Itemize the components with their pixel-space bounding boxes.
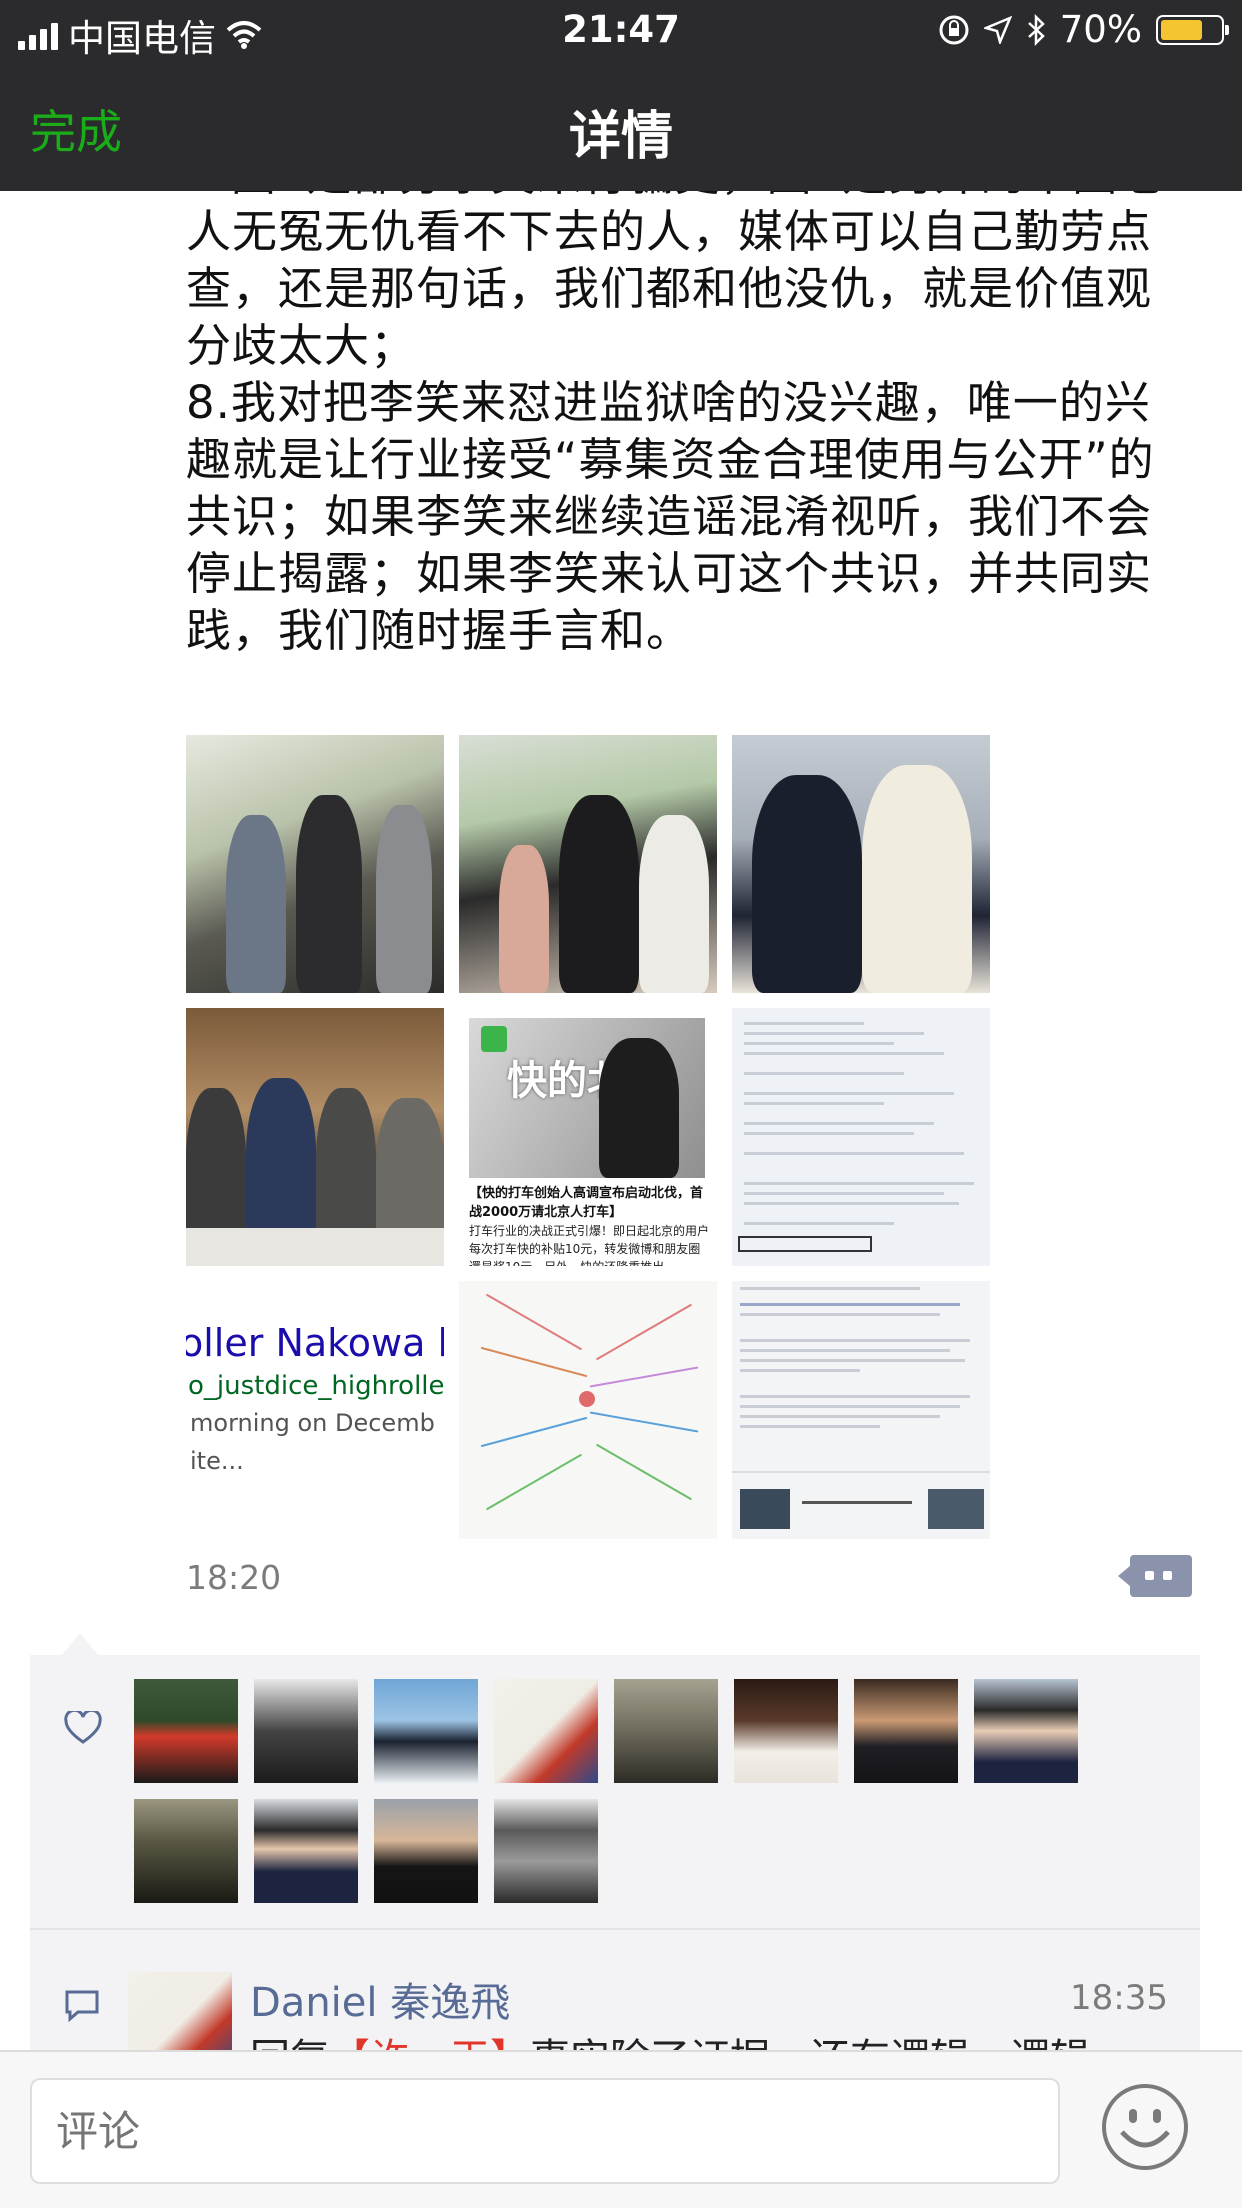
liker-avatar[interactable] [494, 1799, 598, 1903]
battery-percent: 70% [1059, 8, 1142, 51]
liker-avatar[interactable] [254, 1799, 358, 1903]
nav-bar: 完成 详情 [0, 62, 1242, 191]
likes-panel [30, 1633, 1200, 1928]
post-body: 7.图8是部分李笑来行骗史，图9是另外的币圈老人无冤无仇看不下去的人，媒体可以自… [186, 146, 1186, 659]
search-result-more: ite... [190, 1447, 244, 1475]
status-bar: 中国电信 21:47 70% [0, 0, 1242, 62]
photo-thumbnail[interactable] [186, 1008, 444, 1266]
liker-avatar[interactable] [494, 1679, 598, 1783]
photo-thumbnail[interactable] [186, 735, 444, 993]
search-result-url: o_justdice_highrolle [188, 1371, 444, 1401]
location-arrow-icon [983, 15, 1012, 44]
post-paragraph: 8.我对把李笑来怼进监狱啥的没兴趣，唯一的兴趣就是让行业接受“募集资金合理使用与… [186, 376, 1155, 657]
screenshot-thumbnail[interactable] [732, 1008, 990, 1266]
comment-reply-prefix: 回复 [250, 2036, 330, 2050]
image-grid: 快的北伐 【快的打车创始人高调宣布启动北伐，首战2000万请北京人打车】 打车行… [186, 735, 996, 1540]
liker-avatar[interactable] [734, 1679, 838, 1783]
bluetooth-icon [1027, 13, 1045, 46]
more-actions-button[interactable] [1118, 1555, 1192, 1597]
comment-mention[interactable]: 【许一天】 [330, 2036, 530, 2050]
comments-panel: Daniel 秦逸飛 18:35 回复【许一天】事实除了证据，还有逻辑，逻辑 [30, 1930, 1200, 2050]
liker-avatar[interactable] [854, 1679, 958, 1783]
battery-icon [1156, 14, 1229, 45]
poster-body: 打车行业的决战正式引爆！即日起北京的用户每次打车快的补贴10元，转发微博和朋友圈… [469, 1224, 710, 1266]
post-time: 18:20 [186, 1558, 282, 1597]
photo-thumbnail[interactable] [732, 735, 990, 993]
liker-avatar[interactable] [134, 1799, 238, 1903]
liker-avatar[interactable] [614, 1679, 718, 1783]
comment-text[interactable]: 回复【许一天】事实除了证据，还有逻辑，逻辑 [250, 2026, 1090, 2050]
liker-avatar[interactable] [374, 1679, 478, 1783]
commenter-avatar[interactable] [128, 1972, 232, 2050]
commenter-name[interactable]: Daniel 秦逸飛 [250, 1970, 510, 2028]
top-bar: 中国电信 21:47 70% 完成 详情 [0, 0, 1242, 191]
comment-bar [0, 2050, 1242, 2208]
mindmap-thumbnail[interactable] [459, 1281, 717, 1539]
comment-time: 18:35 [1070, 1978, 1168, 2018]
liker-avatar[interactable] [134, 1679, 238, 1783]
comment-body: 事实除了证据，还有逻辑，逻辑 [530, 2036, 1090, 2050]
article-screenshot-thumbnail[interactable] [732, 1281, 990, 1539]
emoji-icon[interactable] [1100, 2082, 1190, 2172]
comment-icon [65, 1990, 99, 2023]
comment-input[interactable] [30, 2078, 1060, 2184]
heart-icon [64, 1711, 102, 1744]
news-poster-thumbnail[interactable]: 快的北伐 【快的打车创始人高调宣布启动北伐，首战2000万请北京人打车】 打车行… [459, 1008, 717, 1266]
liker-avatar[interactable] [254, 1679, 358, 1783]
liker-avatar[interactable] [374, 1799, 478, 1903]
liker-avatar[interactable] [974, 1679, 1078, 1783]
photo-thumbnail[interactable] [459, 735, 717, 993]
search-result-title: oller Nakowa lo [186, 1321, 444, 1365]
orientation-lock-icon [939, 15, 969, 44]
page-title: 详情 [568, 107, 673, 167]
search-result-thumbnail[interactable]: oller Nakowa lo o_justdice_highrolle mor… [186, 1281, 444, 1539]
poster-caption: 【快的打车创始人高调宣布启动北伐，首战2000万请北京人打车】 [469, 1186, 704, 1220]
search-result-snippet: morning on Decemb [190, 1409, 435, 1437]
